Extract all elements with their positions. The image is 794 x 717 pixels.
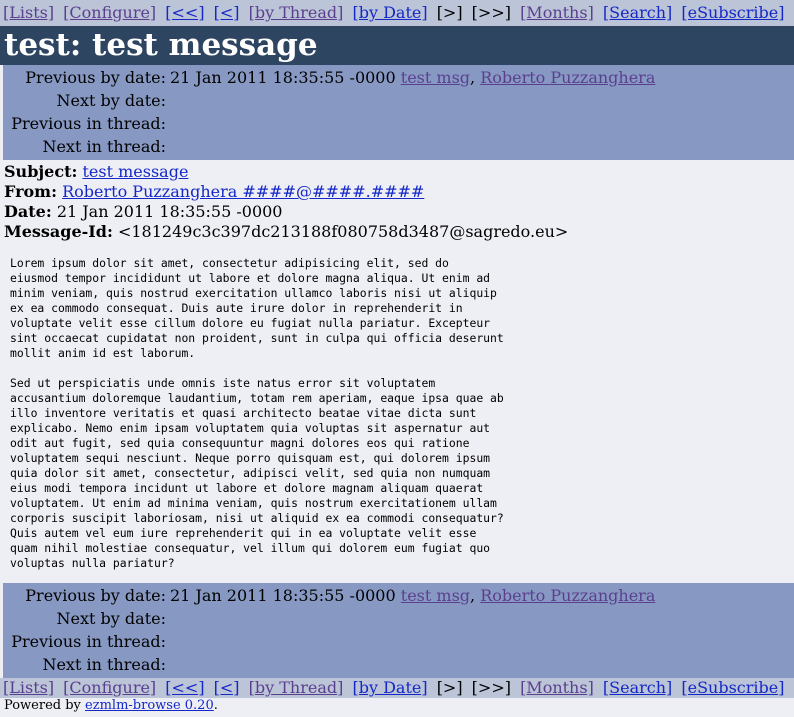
- nav-lists-link[interactable]: [Lists]: [3, 678, 54, 697]
- prev-in-thread-label: Previous in thread:: [11, 632, 166, 651]
- message-headers: Subject: test message From: Roberto Puzz…: [0, 160, 794, 242]
- message-body: Lorem ipsum dolor sit amet, consectetur …: [10, 256, 504, 570]
- next-in-thread-row: Next in thread:: [3, 135, 657, 158]
- bottom-nav-bar: [Lists] [Configure] [<<] [<] [by Thread]…: [0, 678, 794, 698]
- prev-by-date-label: Previous by date:: [25, 586, 166, 605]
- prev-by-date-subject-link[interactable]: test msg: [401, 586, 470, 605]
- nav-search-link[interactable]: [Search]: [603, 678, 672, 697]
- next-by-date-row: Next by date:: [3, 89, 657, 112]
- thread-nav-table-top: Previous by date: 21 Jan 2011 18:35:55 -…: [3, 65, 794, 160]
- nav-by-date-link[interactable]: [by Date]: [352, 3, 427, 22]
- nav-prev-link[interactable]: [<]: [214, 3, 240, 22]
- from-link[interactable]: Roberto Puzzanghera ####@####.####: [62, 182, 424, 201]
- prev-in-thread-row: Previous in thread:: [3, 630, 657, 653]
- message-id-row: Message-Id: <181249c3c397dc213188f080758…: [4, 222, 790, 242]
- message-id-value: <181249c3c397dc213188f080758d3487@sagred…: [117, 222, 569, 241]
- nav-prev-link[interactable]: [<]: [214, 678, 240, 697]
- nav-configure-link[interactable]: [Configure]: [63, 3, 156, 22]
- footer-period: .: [213, 698, 218, 713]
- date-row: Date: 21 Jan 2011 18:35:55 -0000: [4, 202, 790, 222]
- nav-by-thread-link[interactable]: [by Thread]: [249, 678, 344, 697]
- nav-first-link[interactable]: [<<]: [165, 3, 204, 22]
- prev-in-thread-row: Previous in thread:: [3, 112, 657, 135]
- page-title: test: test message: [0, 26, 794, 65]
- nav-months-link[interactable]: [Months]: [520, 3, 594, 22]
- prev-by-date-row: Previous by date: 21 Jan 2011 18:35:55 -…: [3, 584, 657, 607]
- nav-by-date-link[interactable]: [by Date]: [352, 678, 427, 697]
- prev-by-date-sep: ,: [470, 68, 476, 87]
- date-value: 21 Jan 2011 18:35:55 -0000: [56, 202, 283, 221]
- nav-next-text: [>]: [436, 3, 463, 22]
- prev-in-thread-label: Previous in thread:: [11, 114, 166, 133]
- prev-by-date-label: Previous by date:: [25, 68, 166, 87]
- nav-esubscribe-link[interactable]: [eSubscribe]: [681, 3, 784, 22]
- next-in-thread-label: Next in thread:: [42, 655, 166, 674]
- subject-link[interactable]: test message: [82, 162, 188, 181]
- next-in-thread-row: Next in thread:: [3, 653, 657, 676]
- powered-by-footer: Powered by ezmlm-browse 0.20.: [0, 698, 794, 714]
- subject-row: Subject: test message: [4, 162, 790, 182]
- nav-configure-link[interactable]: [Configure]: [63, 678, 156, 697]
- next-by-date-label: Next by date:: [56, 91, 166, 110]
- prev-by-date-cell: 21 Jan 2011 18:35:55 -0000 test msg, Rob…: [168, 584, 657, 607]
- nav-search-link[interactable]: [Search]: [603, 3, 672, 22]
- prev-by-date-cell: 21 Jan 2011 18:35:55 -0000 test msg, Rob…: [168, 66, 657, 89]
- from-row: From: Roberto Puzzanghera ####@####.####: [4, 182, 790, 202]
- message-id-label: Message-Id:: [4, 222, 113, 241]
- subject-label: Subject:: [4, 162, 78, 181]
- prev-by-date-value: 21 Jan 2011 18:35:55 -0000: [170, 68, 396, 87]
- prev-by-date-author-link[interactable]: Roberto Puzzanghera: [480, 68, 655, 87]
- prev-by-date-value: 21 Jan 2011 18:35:55 -0000: [170, 586, 396, 605]
- thread-nav-table-bottom: Previous by date: 21 Jan 2011 18:35:55 -…: [3, 583, 794, 678]
- nav-next-text: [>]: [436, 678, 463, 697]
- nav-by-thread-link[interactable]: [by Thread]: [249, 3, 344, 22]
- date-label: Date:: [4, 202, 52, 221]
- nav-esubscribe-link[interactable]: [eSubscribe]: [681, 678, 784, 697]
- nav-last-text: [>>]: [471, 678, 511, 697]
- prev-by-date-subject-link[interactable]: test msg: [401, 68, 470, 87]
- nav-months-link[interactable]: [Months]: [520, 678, 594, 697]
- prev-by-date-author-link[interactable]: Roberto Puzzanghera: [480, 586, 655, 605]
- nav-lists-link[interactable]: [Lists]: [3, 3, 54, 22]
- ezmlm-browse-link[interactable]: ezmlm-browse 0.20: [85, 698, 214, 713]
- next-in-thread-label: Next in thread:: [42, 137, 166, 156]
- next-by-date-row: Next by date:: [3, 607, 657, 630]
- powered-by-text: Powered by: [4, 698, 81, 713]
- prev-by-date-row: Previous by date: 21 Jan 2011 18:35:55 -…: [3, 66, 657, 89]
- top-nav-bar: [Lists] [Configure] [<<] [<] [by Thread]…: [0, 0, 794, 26]
- from-label: From:: [4, 182, 58, 201]
- nav-first-link[interactable]: [<<]: [165, 678, 204, 697]
- next-by-date-label: Next by date:: [56, 609, 166, 628]
- nav-last-text: [>>]: [471, 3, 511, 22]
- prev-by-date-sep: ,: [470, 586, 476, 605]
